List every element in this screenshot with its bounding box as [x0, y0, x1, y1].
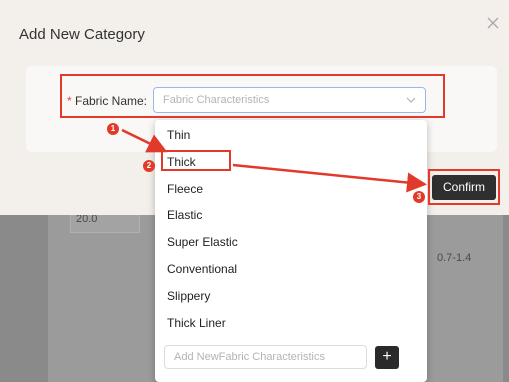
- modal-title: Add New Category: [19, 26, 145, 43]
- annotation-step-2-badge: 2: [143, 160, 155, 172]
- dropdown-option-thick-liner[interactable]: Thick Liner: [167, 316, 226, 330]
- dropdown-option-elastic[interactable]: Elastic: [167, 208, 202, 222]
- annotation-box-thick: [161, 150, 231, 171]
- annotation-step-3-badge: 3: [413, 191, 425, 203]
- dropdown-option-slippery[interactable]: Slippery: [167, 289, 210, 303]
- dropdown-option-conventional[interactable]: Conventional: [167, 262, 237, 276]
- add-characteristic-placeholder: Add NewFabric Characteristics: [174, 351, 325, 363]
- add-characteristic-button[interactable]: +: [375, 346, 399, 369]
- annotation-box-confirm: [428, 169, 500, 205]
- add-characteristic-input[interactable]: Add NewFabric Characteristics: [164, 345, 367, 369]
- close-icon[interactable]: [486, 16, 500, 30]
- dropdown-option-fleece[interactable]: Fleece: [167, 182, 203, 196]
- background-side-value: 0.7-1.4: [437, 252, 472, 264]
- dropdown-option-thin[interactable]: Thin: [167, 128, 190, 142]
- annotation-step-1-badge: 1: [107, 123, 119, 135]
- annotation-box-field: [60, 74, 445, 118]
- dropdown-option-super-elastic[interactable]: Super Elastic: [167, 235, 238, 249]
